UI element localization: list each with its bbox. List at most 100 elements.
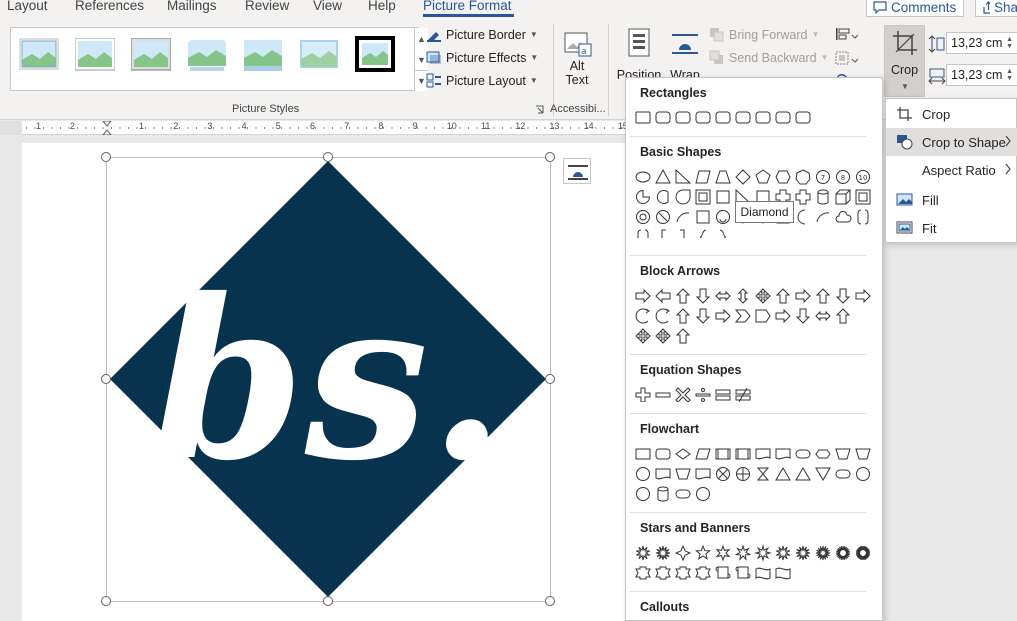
style-thumb-4[interactable] bbox=[187, 38, 227, 72]
crop-menu-item-aspect-ratio[interactable]: Aspect Ratio bbox=[886, 156, 1017, 184]
indent-marker-icon[interactable] bbox=[102, 121, 112, 135]
style-thumb-6[interactable] bbox=[299, 38, 339, 72]
picture-border-button[interactable]: Picture Border ▼ bbox=[426, 27, 538, 42]
layout-options-button[interactable] bbox=[563, 158, 591, 184]
resize-handle-bottom-right[interactable] bbox=[545, 596, 555, 606]
dialog-launcher-icon[interactable] bbox=[535, 105, 544, 114]
spinner-icon[interactable]: ▲ ▼ bbox=[1006, 36, 1013, 50]
chevron-down-icon: ▼ bbox=[820, 53, 829, 62]
section-stars-banners: Stars and Banners bbox=[640, 521, 751, 535]
ruler-number: 12 bbox=[515, 121, 526, 131]
section-callouts: Callouts bbox=[640, 600, 690, 614]
send-backward-button[interactable]: Send Backward ▼ bbox=[709, 50, 828, 65]
ruler-number: 10 bbox=[446, 121, 457, 131]
crop-button[interactable]: Crop ▼ bbox=[884, 25, 925, 97]
share-button[interactable]: Sha bbox=[975, 0, 1017, 17]
ruler-number: 6 bbox=[310, 121, 316, 131]
spinner-icon[interactable]: ▲ ▼ bbox=[1006, 68, 1013, 82]
ruler-number: 13 bbox=[549, 121, 560, 131]
tab-review[interactable]: Review bbox=[245, 0, 289, 13]
svg-text:10: 10 bbox=[859, 174, 868, 182]
crop-menu-item-crop[interactable]: Crop bbox=[886, 100, 1017, 128]
fill-icon bbox=[896, 193, 913, 206]
picture-effects-icon bbox=[426, 51, 441, 64]
wrap-text-icon bbox=[672, 34, 698, 54]
group-separator bbox=[608, 24, 609, 116]
crop-menu-item-fill[interactable]: Fill bbox=[886, 186, 1017, 214]
crop-menu-label: Fit bbox=[922, 220, 937, 236]
picture-border-icon bbox=[427, 32, 441, 42]
ruler-number: 9 bbox=[412, 121, 418, 131]
shape-height-icon bbox=[928, 35, 945, 53]
group-objects-icon[interactable] bbox=[834, 50, 858, 66]
style-thumb-7[interactable] bbox=[355, 36, 395, 72]
bring-forward-button[interactable]: Bring Forward ▼ bbox=[709, 27, 819, 42]
section-block-arrows: Block Arrows bbox=[640, 264, 721, 278]
svg-text:a: a bbox=[581, 47, 587, 57]
style-thumb-5[interactable] bbox=[243, 38, 283, 72]
rectangles-row[interactable] bbox=[634, 109, 874, 125]
ruler-number: 3 bbox=[207, 121, 213, 131]
resize-handle-bottom[interactable] bbox=[323, 596, 333, 606]
tab-view[interactable]: View bbox=[313, 0, 342, 13]
shape-tooltip: Diamond bbox=[735, 201, 794, 223]
stars-banners-grid[interactable] bbox=[634, 544, 874, 584]
crop-icon bbox=[897, 107, 912, 121]
resize-handle-bottom-left[interactable] bbox=[101, 596, 111, 606]
section-divider bbox=[630, 591, 866, 592]
position-button[interactable]: Position bbox=[615, 28, 663, 82]
tab-references[interactable]: References bbox=[75, 0, 144, 13]
ruler-number: 11 bbox=[481, 121, 491, 131]
crop-menu-item-crop-to-shape[interactable]: Crop to Shape bbox=[886, 128, 1017, 156]
chevron-down-icon: ▼ bbox=[901, 82, 909, 91]
block-arrows-grid[interactable] bbox=[634, 287, 874, 347]
alt-text-button[interactable]: a Alt Text bbox=[558, 30, 596, 87]
resize-handle-left[interactable] bbox=[101, 374, 111, 384]
accessibility-label: Accessibi... bbox=[550, 103, 606, 115]
style-thumb-1[interactable] bbox=[19, 38, 59, 72]
chevron-down-icon: ▼ bbox=[811, 30, 820, 39]
wrap-text-button[interactable]: Wrap bbox=[666, 28, 704, 82]
style-thumb-2[interactable] bbox=[75, 38, 115, 72]
flowchart-grid[interactable] bbox=[634, 445, 874, 505]
align-icon[interactable] bbox=[834, 26, 858, 42]
alt-text-label-1: Alt bbox=[569, 59, 585, 73]
section-basic-shapes: Basic Shapes bbox=[640, 145, 722, 159]
equation-shapes-row[interactable] bbox=[634, 386, 874, 402]
picture-effects-button[interactable]: Picture Effects ▼ bbox=[426, 50, 538, 65]
section-divider bbox=[630, 354, 866, 355]
horizontal-ruler[interactable]: 1 2 1 2 3 4 5 6 7 8 9 10 11 12 13 14 15 bbox=[22, 121, 628, 135]
height-input[interactable]: 13,23 cm ▲ ▼ bbox=[946, 32, 1017, 54]
bring-forward-icon bbox=[710, 28, 724, 42]
width-input[interactable]: 13,23 cm ▲ ▼ bbox=[946, 64, 1017, 86]
section-divider bbox=[630, 136, 866, 137]
ruler-margin bbox=[0, 121, 22, 135]
chevron-down-icon: ▼ bbox=[529, 30, 538, 39]
comments-button[interactable]: Comments bbox=[866, 0, 964, 17]
tab-help[interactable]: Help bbox=[368, 0, 396, 13]
height-value: 13,23 cm bbox=[951, 36, 1003, 50]
resize-handle-top-left[interactable] bbox=[101, 152, 111, 162]
style-thumb-3[interactable] bbox=[131, 38, 171, 72]
tab-picture-format[interactable]: Picture Format bbox=[423, 0, 512, 13]
active-tab-indicator bbox=[423, 14, 514, 17]
logo-image[interactable]: bs. bbox=[106, 157, 551, 602]
chevron-right-icon bbox=[1005, 135, 1011, 147]
crop-menu: Crop Crop to Shape Aspect Ratio Fill Fit bbox=[885, 98, 1017, 243]
resize-handle-top[interactable] bbox=[323, 152, 333, 162]
tab-mailings[interactable]: Mailings bbox=[167, 0, 217, 13]
picture-border-label: Picture Border bbox=[446, 27, 526, 42]
resize-handle-top-right[interactable] bbox=[545, 152, 555, 162]
share-icon bbox=[983, 0, 990, 14]
ruler-number: 2 bbox=[173, 121, 179, 131]
tab-layout[interactable]: Layout bbox=[7, 0, 48, 13]
resize-handle-right[interactable] bbox=[545, 374, 555, 384]
picture-layout-label: Picture Layout bbox=[446, 73, 526, 88]
position-icon bbox=[628, 28, 650, 57]
picture-layout-button[interactable]: Picture Layout ▼ bbox=[426, 73, 538, 88]
chevron-down-icon: ▼ bbox=[529, 76, 538, 85]
section-divider bbox=[630, 255, 866, 256]
section-flowchart: Flowchart bbox=[640, 422, 700, 436]
crop-menu-item-fit[interactable]: Fit bbox=[886, 214, 1017, 242]
crop-label: Crop bbox=[890, 63, 919, 77]
